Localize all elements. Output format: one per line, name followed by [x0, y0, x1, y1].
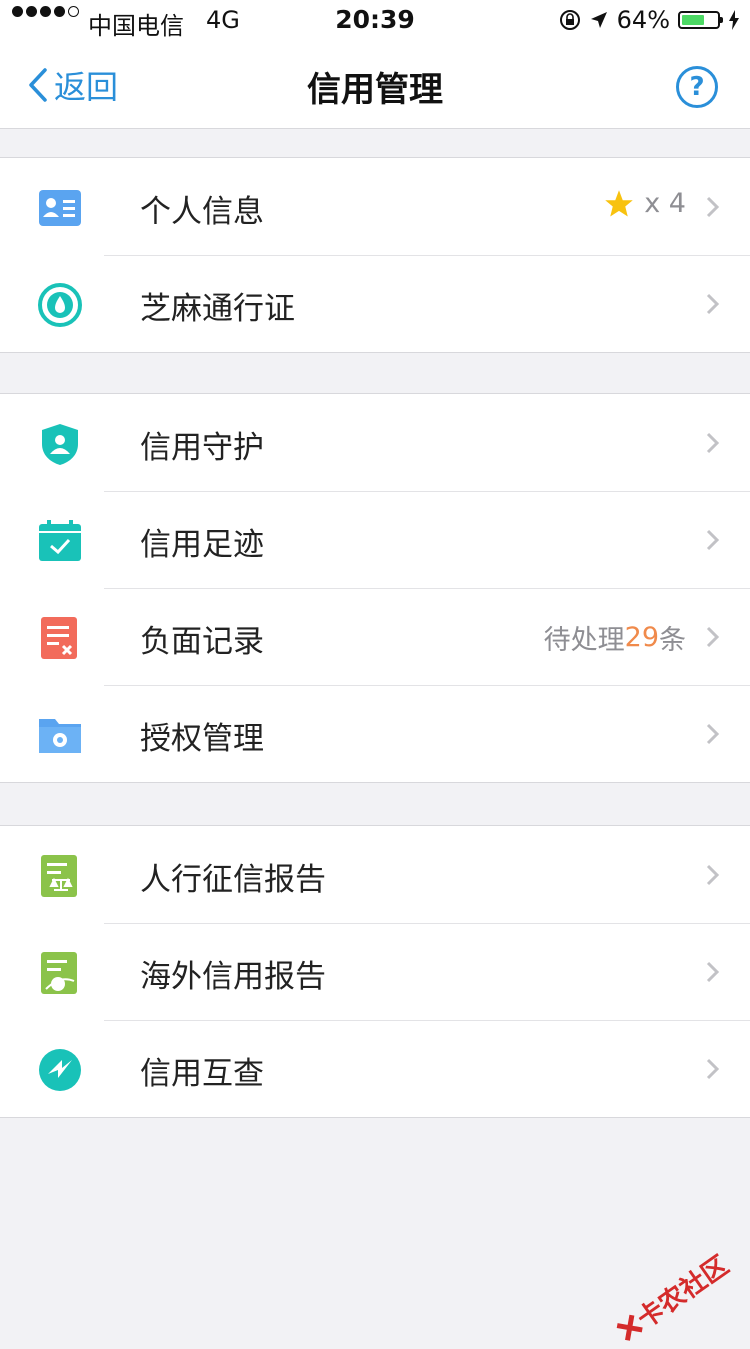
row-label: 负面记录 [140, 624, 264, 660]
overseas-report-icon [41, 952, 77, 994]
status-right: 64% [559, 6, 740, 34]
row-label: 授权管理 [140, 721, 264, 757]
battery-percent: 64% [616, 6, 670, 34]
charging-bolt-icon [729, 10, 739, 30]
pending-number: 29 [624, 622, 659, 653]
calendar-check-icon [39, 520, 81, 561]
star-icon [605, 189, 633, 216]
row-label: 海外信用报告 [140, 959, 326, 995]
bank-report-icon [41, 855, 77, 897]
row-label: 个人信息 [140, 194, 264, 230]
menu-group-3: 人行征信报告 海外信用报告 信用互查 [0, 825, 750, 1118]
row-label: 信用守护 [140, 430, 264, 466]
row-label: 人行征信报告 [140, 862, 326, 898]
page-title: 信用管理 [307, 70, 443, 110]
row-credit-footprint[interactable]: 信用足迹 [0, 491, 750, 588]
location-arrow-icon [590, 12, 607, 28]
shield-user-icon [42, 424, 78, 465]
star-count: x 4 [644, 188, 686, 219]
row-label: 信用足迹 [140, 527, 264, 563]
sesame-pass-icon [38, 283, 82, 327]
row-pboc-report[interactable]: 人行征信报告 [0, 826, 750, 923]
pending-suffix: 条 [659, 625, 686, 656]
navigation-bar: 返回 信用管理 ? [0, 40, 750, 129]
pending-count: 待处理 29 条 [544, 618, 686, 657]
pending-prefix: 待处理 [543, 625, 625, 656]
help-button[interactable]: ? [676, 66, 718, 108]
row-authorization[interactable]: 授权管理 [0, 685, 750, 782]
row-credit-guard[interactable]: 信用守护 [0, 394, 750, 491]
chevron-right-icon [706, 864, 720, 886]
row-mutual-check[interactable]: 信用互查 [0, 1020, 750, 1117]
watermark-text: 卡农社区 [632, 1250, 735, 1335]
row-label: 信用互查 [140, 1056, 264, 1092]
chevron-right-icon [706, 529, 720, 551]
chevron-right-icon [706, 1058, 720, 1080]
rotation-lock-icon [559, 10, 580, 30]
row-extra: x 4 [604, 188, 686, 219]
row-negative-record[interactable]: 负面记录 待处理 29 条 [0, 588, 750, 685]
chevron-right-icon [706, 626, 720, 648]
negative-record-icon [41, 617, 77, 659]
menu-group-2: 信用守护 信用足迹 负面记录 待处理 29 条 授权管理 [0, 393, 750, 783]
row-personal-info[interactable]: 个人信息 x 4 [0, 158, 750, 255]
chevron-right-icon [706, 196, 720, 218]
chevron-right-icon [706, 432, 720, 454]
row-label: 芝麻通行证 [140, 291, 295, 327]
folder-gear-icon [39, 719, 81, 753]
menu-group-1: 个人信息 x 4 芝麻通行证 [0, 157, 750, 353]
watermark-logo: 卡农社区 [609, 1246, 735, 1349]
mutual-check-icon [39, 1049, 81, 1091]
row-overseas-report[interactable]: 海外信用报告 [0, 923, 750, 1020]
chevron-right-icon [706, 293, 720, 315]
status-bar: 中国电信 4G 20:39 64% [0, 0, 750, 40]
chevron-right-icon [706, 723, 720, 745]
battery-icon [678, 11, 723, 29]
chevron-right-icon [706, 961, 720, 983]
id-card-icon [39, 190, 81, 226]
row-sesame-pass[interactable]: 芝麻通行证 [0, 255, 750, 352]
